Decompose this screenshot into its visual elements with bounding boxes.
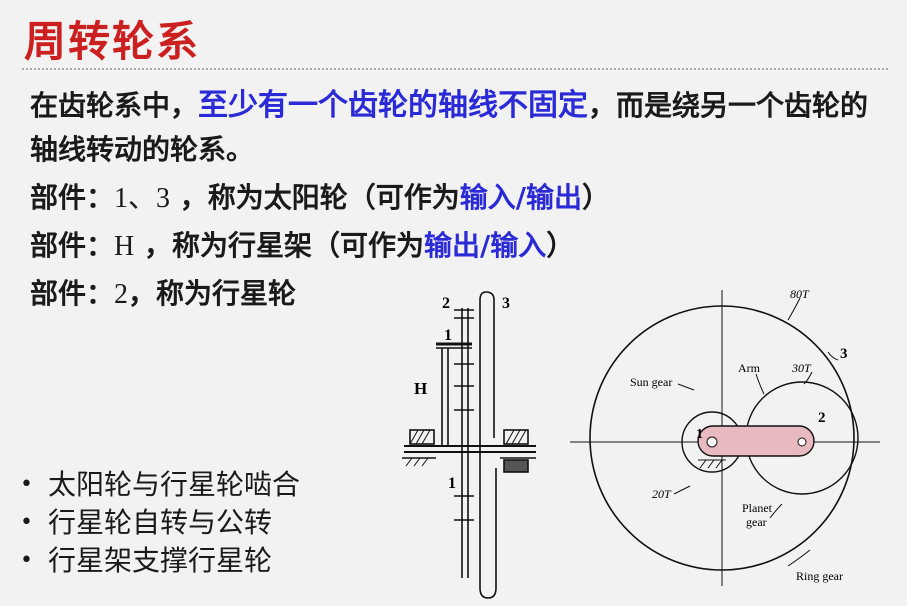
bullet-text: 行星架支撑行星轮 — [48, 544, 273, 577]
component-prefix: 部件： — [30, 277, 115, 310]
slide-title: 周转轮系 — [24, 17, 201, 66]
arm-label: Arm — [738, 361, 761, 375]
component-middle: ，称为太阳轮（可作为 — [170, 181, 460, 214]
component-middle: ，称为行星架（可作为 — [134, 229, 424, 262]
bullet-text: 太阳轮与行星轮啮合 — [48, 468, 301, 501]
sun-gear-label: Sun gear — [630, 375, 672, 389]
carrier-label: H — [414, 379, 427, 398]
component-prefix: 部件： — [30, 229, 115, 262]
planet-gear-label-1: Planet — [742, 501, 773, 515]
list-item: • 行星轮自转与公转 — [20, 504, 300, 542]
component-suffix: ） — [546, 229, 575, 262]
definition-paragraph: 在齿轮系中，至少有一个齿轮的轴线不固定，而是绕另一个齿轮的轴线转动的轮系。 — [30, 84, 890, 172]
definition-part1: 在齿轮系中， — [30, 89, 199, 122]
ring-gear-diagram: 80T 3 Arm 30T Sun gear 1 2 20T Planet ge… — [570, 287, 880, 586]
title-divider — [22, 68, 888, 70]
component-middle: ，称为行星轮 — [128, 277, 297, 310]
component-ids: 1、3 — [114, 183, 171, 214]
gear3-label: 3 — [502, 295, 510, 312]
planetary-schematic: 2 3 1 H 1 — [402, 291, 536, 599]
sun-id-label: 1 — [696, 427, 703, 442]
component-prefix: 部件： — [30, 181, 115, 214]
bullet-dot-icon: • — [20, 472, 33, 497]
bullet-dot-icon: • — [20, 510, 33, 535]
bullet-list: • 太阳轮与行星轮啮合 • 行星轮自转与公转 • 行星架支撑行星轮 — [20, 466, 300, 580]
gear1-top-label: 1 — [444, 327, 452, 344]
ring-teeth-label: 80T — [790, 287, 810, 301]
ring-gear-label: Ring gear — [796, 569, 843, 583]
component-line-sun: 部件：1、3 ，称为太阳轮（可作为输入/输出） — [30, 176, 610, 216]
bullet-text: 行星轮自转与公转 — [48, 506, 273, 539]
sun-teeth-label: 20T — [652, 487, 672, 501]
component-line-planet: 部件：2，称为行星轮 — [30, 272, 296, 312]
component-ids: H — [114, 231, 135, 262]
gear1-bottom-label: 1 — [448, 475, 456, 492]
planet-gear-label-2: gear — [746, 515, 767, 529]
list-item: • 行星架支撑行星轮 — [20, 542, 300, 580]
gear2-label: 2 — [442, 295, 450, 312]
planet-teeth-label: 30T — [791, 361, 812, 375]
component-io: 输出/输入 — [424, 229, 547, 262]
definition-highlight: 至少有一个齿轮的轴线不固定 — [198, 88, 589, 123]
ring-id-label: 3 — [840, 346, 848, 362]
component-line-carrier: 部件：H ，称为行星架（可作为输出/输入） — [30, 224, 574, 264]
component-ids: 2 — [114, 279, 129, 310]
bullet-dot-icon: • — [20, 548, 33, 573]
component-io: 输入/输出 — [459, 181, 583, 214]
component-suffix: ） — [582, 181, 611, 214]
list-item: • 太阳轮与行星轮啮合 — [20, 466, 300, 504]
planet-id-label: 2 — [818, 410, 826, 426]
